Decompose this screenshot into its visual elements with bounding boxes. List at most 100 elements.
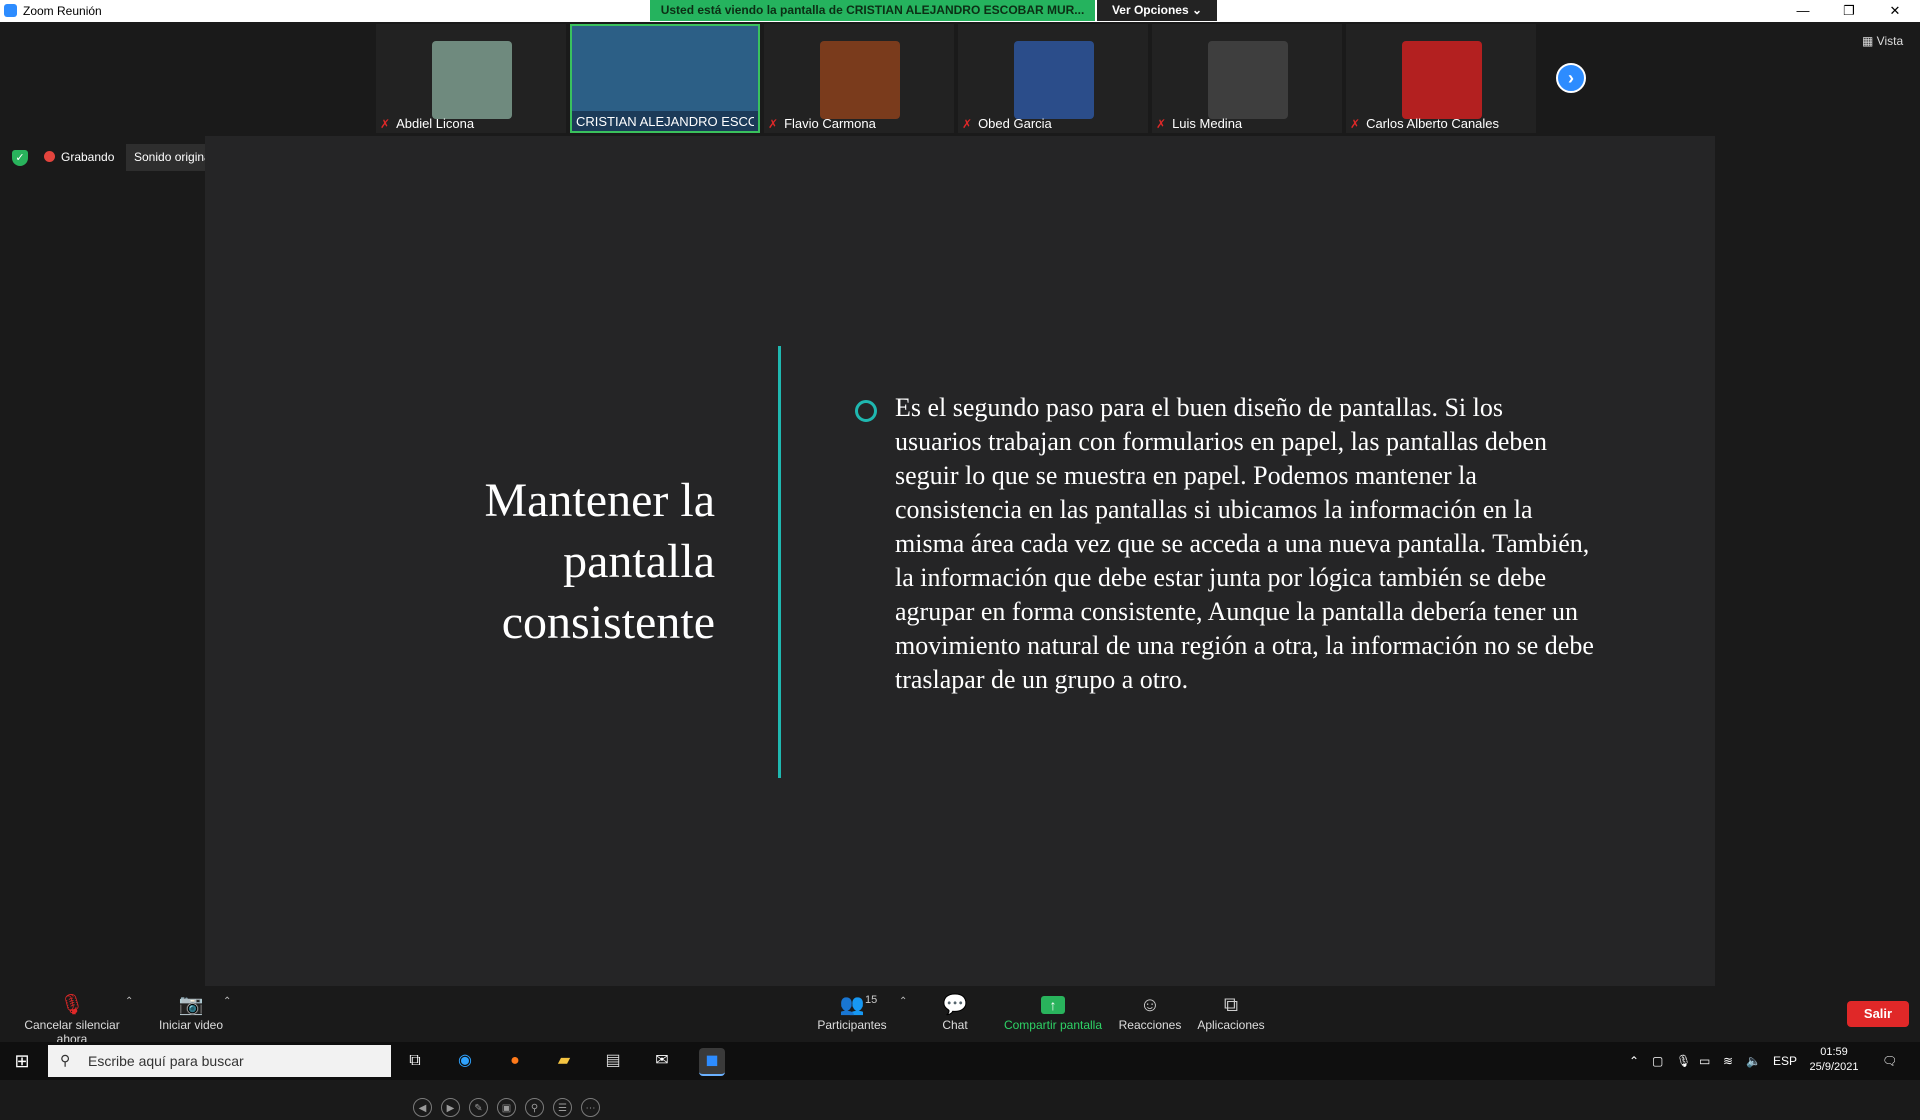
share-screen-label: Compartir pantalla bbox=[1003, 1018, 1103, 1032]
participants-icon: 👥 bbox=[839, 994, 865, 1016]
next-slide-icon[interactable]: ▶ bbox=[441, 1098, 460, 1117]
participants-label: Participantes bbox=[817, 1018, 887, 1032]
show-hidden-icons-icon[interactable]: ⌃ bbox=[1629, 1054, 1639, 1068]
microphone-muted-icon: 🎙 bbox=[59, 994, 85, 1016]
muted-mic-icon: ✗ bbox=[380, 117, 391, 131]
clock-time: 01:59 bbox=[1820, 1046, 1848, 1058]
view-button[interactable]: ▦ Vista bbox=[1862, 34, 1903, 48]
microphone-tray-icon[interactable]: 🎙 bbox=[1676, 1054, 1691, 1068]
participant-thumbnail-strip: ✗Abdiel Licona CRISTIAN ALEJANDRO ESCOB.… bbox=[0, 22, 1920, 136]
next-page-arrow-icon[interactable]: › bbox=[1556, 63, 1586, 93]
restore-button[interactable]: ❐ bbox=[1826, 0, 1872, 22]
participant-video bbox=[820, 41, 900, 119]
reactions-label: Reacciones bbox=[1118, 1018, 1182, 1032]
task-view-icon[interactable]: ⧉ bbox=[402, 1048, 428, 1074]
chat-label: Chat bbox=[942, 1018, 968, 1032]
close-button[interactable]: ✕ bbox=[1872, 0, 1918, 22]
firefox-icon[interactable]: ● bbox=[502, 1048, 528, 1074]
previous-slide-icon[interactable]: ◀ bbox=[413, 1098, 432, 1117]
participant-video bbox=[432, 41, 512, 119]
slides-icon[interactable]: ▣ bbox=[497, 1098, 516, 1117]
slide-title: Mantener la pantalla consistente bbox=[484, 474, 715, 649]
subtitles-icon[interactable]: ☰ bbox=[553, 1098, 572, 1117]
start-video-label: Iniciar video bbox=[158, 1018, 224, 1032]
muted-mic-icon: ✗ bbox=[1156, 117, 1167, 131]
view-options-button[interactable]: Ver Opciones ⌄ bbox=[1097, 0, 1217, 21]
wifi-icon[interactable]: ≋ bbox=[1723, 1054, 1733, 1068]
share-screen-button[interactable]: ↑ Compartir pantalla bbox=[1003, 992, 1103, 1032]
window-title: Zoom Reunión bbox=[23, 4, 102, 18]
view-options-label: Ver Opciones bbox=[1111, 3, 1189, 17]
zoom-icon[interactable]: ⚲ bbox=[525, 1098, 544, 1117]
audio-options-caret-icon[interactable]: ⌃ bbox=[125, 996, 133, 1007]
participant-video bbox=[1208, 41, 1288, 119]
minimize-button[interactable]: — bbox=[1780, 0, 1826, 22]
leave-meeting-button[interactable]: Salir bbox=[1847, 1001, 1909, 1027]
participant-video bbox=[572, 26, 758, 111]
slide-toolbar: ◀ ▶ ✎ ▣ ⚲ ☰ ⋯ bbox=[413, 1098, 609, 1120]
search-placeholder: Escribe aquí para buscar bbox=[88, 1053, 244, 1069]
participant-tile[interactable]: ✗ Carlos Alberto Canales bbox=[1346, 24, 1536, 133]
taskbar-search-box[interactable]: ⚲ Escribe aquí para buscar bbox=[48, 1045, 391, 1077]
reactions-button[interactable]: ☺ Reacciones bbox=[1117, 992, 1183, 1032]
apps-button[interactable]: ⧉ Aplicaciones bbox=[1196, 992, 1266, 1032]
microsoft-store-icon[interactable]: ▤ bbox=[600, 1048, 626, 1074]
participant-video bbox=[1402, 41, 1482, 119]
participants-button[interactable]: 👥 Participantes bbox=[812, 992, 892, 1032]
language-indicator[interactable]: ESP bbox=[1773, 1054, 1797, 1068]
recording-dot-icon bbox=[44, 151, 55, 162]
notifications-icon[interactable]: 🗨 bbox=[1882, 1054, 1897, 1068]
meeting-controls-bar: 🎙 Cancelar silenciar ahora ⌃ 📷 Iniciar v… bbox=[0, 986, 1920, 1046]
participant-tile[interactable]: ✗ Obed Garcia bbox=[958, 24, 1148, 133]
windows-start-icon[interactable]: ⊞ bbox=[12, 1051, 32, 1071]
battery-icon[interactable]: ▭ bbox=[1699, 1054, 1710, 1068]
meet-now-icon[interactable]: ▢ bbox=[1652, 1054, 1663, 1068]
participants-count: 15 bbox=[865, 994, 878, 1006]
shared-screen-slide: Mantener la pantalla consistente Es el s… bbox=[205, 136, 1715, 1117]
participant-name: ✗ Luis Medina bbox=[1156, 116, 1243, 131]
search-icon: ⚲ bbox=[60, 1052, 71, 1068]
participant-tile[interactable]: ✗ Luis Medina bbox=[1152, 24, 1342, 133]
participant-video bbox=[1014, 41, 1094, 119]
muted-mic-icon: ✗ bbox=[1350, 117, 1361, 131]
taskbar-clock[interactable]: 01:59 25/9/2021 bbox=[1800, 1045, 1868, 1075]
recording-indicator[interactable]: Grabando bbox=[44, 150, 114, 164]
zoom-taskbar-icon[interactable]: ◼ bbox=[699, 1048, 725, 1076]
mail-icon[interactable]: ✉ bbox=[649, 1048, 675, 1074]
slide-body-text: Es el segundo paso para el buen diseño d… bbox=[895, 393, 1594, 694]
video-off-icon: 📷 bbox=[178, 994, 204, 1016]
unmute-button[interactable]: 🎙 Cancelar silenciar ahora bbox=[8, 992, 136, 1046]
participant-name: CRISTIAN ALEJANDRO ESCOB... bbox=[576, 114, 754, 129]
slide-divider bbox=[778, 346, 781, 778]
participant-tile-speaker[interactable]: CRISTIAN ALEJANDRO ESCOB... bbox=[570, 24, 760, 133]
participant-name: ✗ Flavio Carmona bbox=[768, 116, 876, 131]
screen-share-banner: Usted está viendo la pantalla de CRISTIA… bbox=[650, 0, 1095, 21]
security-shield-icon[interactable]: ✓ bbox=[12, 150, 28, 166]
zoom-app-icon bbox=[4, 4, 17, 17]
chat-button[interactable]: 💬 Chat bbox=[935, 992, 975, 1032]
clock-date: 25/9/2021 bbox=[1809, 1061, 1859, 1073]
participant-name: ✗ Carlos Alberto Canales bbox=[1350, 116, 1500, 131]
participants-options-caret-icon[interactable]: ⌃ bbox=[899, 996, 907, 1007]
file-explorer-icon[interactable]: ▰ bbox=[551, 1048, 577, 1074]
start-video-button[interactable]: 📷 Iniciar video bbox=[154, 992, 228, 1032]
more-options-icon[interactable]: ⋯ bbox=[581, 1098, 600, 1117]
chat-bubble-icon: 💬 bbox=[942, 994, 968, 1016]
volume-icon[interactable]: 🔈 bbox=[1746, 1054, 1761, 1068]
muted-mic-icon: ✗ bbox=[962, 117, 973, 131]
windows-taskbar: ⊞ ⚲ Escribe aquí para buscar ⧉ ◉ ● ▰ ▤ ✉… bbox=[0, 1042, 1920, 1080]
grid-icon: ▦ bbox=[1862, 34, 1877, 48]
pen-icon[interactable]: ✎ bbox=[469, 1098, 488, 1117]
edge-browser-icon[interactable]: ◉ bbox=[452, 1048, 478, 1074]
chevron-down-icon: ⌄ bbox=[1191, 3, 1203, 17]
participant-name: ✗ Obed Garcia bbox=[962, 116, 1052, 131]
apps-icon: ⧉ bbox=[1223, 994, 1239, 1016]
participant-tile[interactable]: ✗ Flavio Carmona bbox=[764, 24, 954, 133]
participant-name: ✗ Abdiel Licona bbox=[380, 116, 475, 131]
apps-label: Aplicaciones bbox=[1197, 1018, 1265, 1032]
video-options-caret-icon[interactable]: ⌃ bbox=[223, 996, 231, 1007]
share-screen-up-arrow-icon: ↑ bbox=[1041, 996, 1065, 1014]
smiley-plus-icon: ☺ bbox=[1139, 994, 1161, 1016]
muted-mic-icon: ✗ bbox=[768, 117, 779, 131]
participant-tile[interactable]: ✗ Abdiel Licona bbox=[376, 24, 566, 133]
